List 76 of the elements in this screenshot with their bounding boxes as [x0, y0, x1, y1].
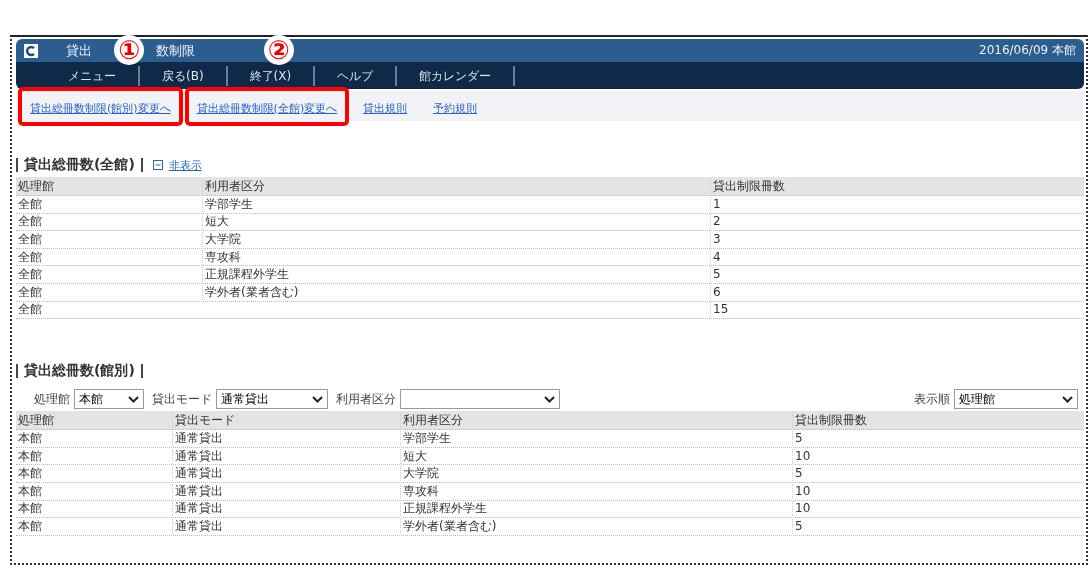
table-cell: 通常貸出 — [172, 518, 400, 534]
logo-icon — [24, 43, 38, 58]
callout-number: ② — [263, 34, 294, 65]
table-cell: 10 — [792, 448, 1084, 464]
table-cell-text: 全館 — [17, 196, 43, 212]
section-title: 貸出総冊数(全館) — [24, 156, 135, 174]
field-label: 表示順 — [914, 390, 950, 408]
table-cell: 15 — [710, 302, 1084, 318]
table-cell-text: 本館 — [17, 483, 43, 499]
table-cell: 1 — [710, 196, 1084, 212]
table-cell: 5 — [792, 430, 1084, 446]
table-cell-text: 本館 — [17, 518, 43, 534]
nav-link[interactable]: 予約規則 — [433, 101, 478, 115]
column-header: 利用者区分 — [202, 178, 710, 194]
table-cell: 通常貸出 — [172, 483, 400, 499]
field-label: 利用者区分 — [336, 390, 396, 408]
callout-number: ① — [114, 34, 144, 65]
hide-link[interactable]: 非表示 — [168, 157, 202, 173]
table-cell: 学外者(業者含む) — [400, 518, 792, 534]
dropdown[interactable]: 処理館 — [954, 389, 1078, 410]
table-cell: 3 — [710, 232, 1084, 247]
table-cell-text: 全館 — [17, 302, 43, 318]
table-cell: 正規課程外学生 — [400, 501, 792, 517]
column-header: 貸出制限冊数 — [792, 412, 1084, 428]
table-cell: 通常貸出 — [172, 448, 400, 464]
window-title: 数制限 — [156, 41, 195, 60]
window-title: 貸出 — [66, 41, 92, 60]
dropdown[interactable] — [400, 389, 560, 410]
table-cell: 6 — [710, 284, 1084, 300]
table-cell: 学外者(業者含む) — [202, 284, 710, 300]
table-cell-text: 全館 — [17, 232, 43, 247]
table-cell: 5 — [710, 267, 1084, 283]
field-label: 処理館 — [34, 390, 70, 408]
menu-item[interactable]: 館カレンダー — [397, 65, 516, 86]
table-cell: 10 — [792, 483, 1084, 499]
column-header: 利用者区分 — [400, 412, 792, 428]
table-cell-text: 本館 — [17, 501, 43, 517]
table-cell: 通常貸出 — [172, 466, 400, 482]
dropdown[interactable]: 通常貸出 — [216, 389, 328, 410]
nav-link[interactable]: 貸出総冊数制限(全館)変更へ — [196, 101, 338, 115]
table-cell: 短大 — [400, 448, 792, 464]
table-cell: 専攻科 — [400, 483, 792, 499]
table-cell-text: 本館 — [17, 430, 43, 446]
table-cell: 5 — [792, 518, 1084, 534]
field-label: 貸出モード — [152, 390, 212, 408]
table-cell-text: 全館 — [17, 249, 43, 265]
column-header: 貸出制限冊数 — [710, 178, 1084, 194]
nav-link[interactable]: 貸出規則 — [363, 101, 408, 115]
table-cell-text: 本館 — [17, 466, 43, 482]
section-title: 貸出総冊数(館別) — [24, 362, 135, 381]
menu-item[interactable]: 戻る(B) — [140, 65, 228, 86]
menu-item[interactable]: ヘルプ — [315, 65, 398, 86]
table-cell-text: 全館 — [17, 267, 43, 283]
table-cell: 10 — [792, 501, 1084, 517]
table-cell: 4 — [710, 249, 1084, 265]
table-cell-text: 全館 — [17, 284, 43, 300]
nav-link[interactable]: 貸出総冊数制限(館別)変更へ — [30, 101, 171, 115]
table-cell: 5 — [792, 466, 1084, 482]
table-cell: 学部学生 — [202, 196, 710, 212]
table-cell: 2 — [710, 214, 1084, 230]
column-header: 処理館 — [17, 178, 55, 194]
table-cell-text: 全館 — [17, 214, 43, 230]
table-cell: 短大 — [202, 214, 710, 230]
table-cell: 学部学生 — [400, 430, 792, 446]
dropdown[interactable]: 本館 — [74, 389, 144, 410]
collapse-icon[interactable] — [152, 160, 163, 170]
date-location: 2016/06/09 本館 — [979, 42, 1076, 59]
table-cell: 通常貸出 — [172, 430, 400, 446]
table-cell: 大学院 — [400, 466, 792, 482]
table-cell: 通常貸出 — [172, 501, 400, 517]
table-cell: 専攻科 — [202, 249, 710, 265]
column-header: 貸出モード — [172, 412, 400, 428]
column-header: 処理館 — [17, 412, 55, 428]
table-cell-text: 本館 — [17, 448, 43, 464]
table-cell: 大学院 — [202, 232, 710, 247]
table-cell: 正規課程外学生 — [202, 267, 710, 283]
